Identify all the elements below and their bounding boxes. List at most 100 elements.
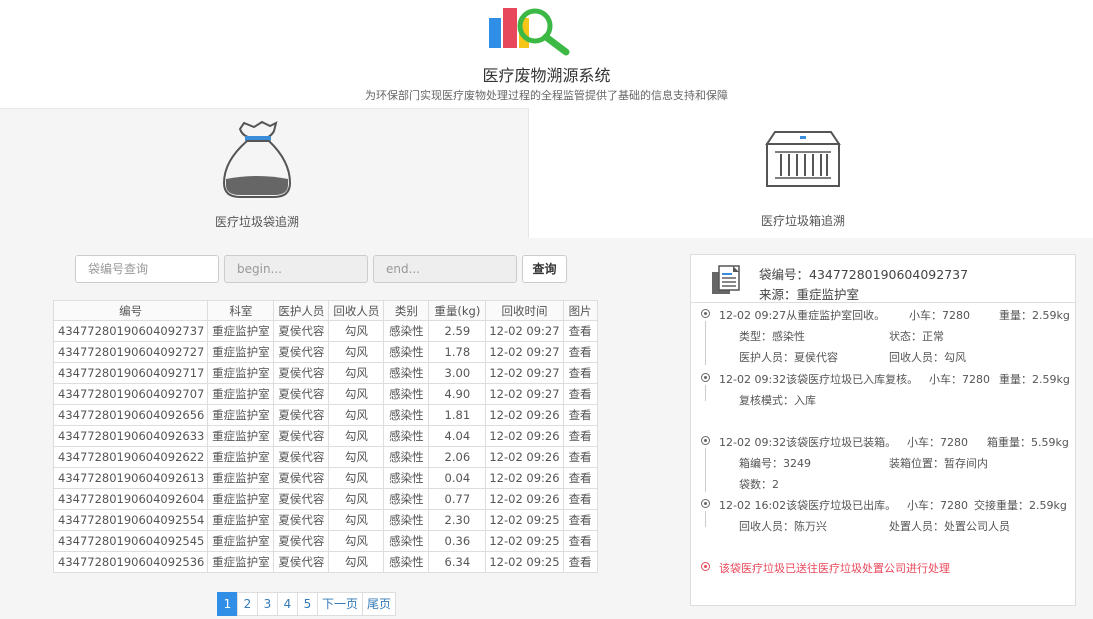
cell-id: 43477280190604092707	[52, 383, 209, 405]
cell-staff: 夏侯代容	[273, 446, 330, 468]
col-header-weight: 重量(kg)	[428, 300, 487, 321]
table-row[interactable]: 43477280190604092545 重症监护室 夏侯代容 勾风 感染性 0.36 12…	[52, 530, 598, 552]
cell-dept: 重症监护室	[207, 362, 275, 384]
event-review-cart: 小车：7280	[929, 373, 990, 386]
cell-weight: 1.78	[428, 341, 487, 363]
cell-time: 12-02 09:25	[485, 509, 564, 531]
cell-weight: 2.30	[428, 509, 487, 531]
cell-view-link[interactable]: 查看	[562, 446, 598, 468]
cell-collector: 勾风	[328, 467, 385, 489]
cell-dept: 重症监护室	[207, 341, 275, 363]
document-icon	[712, 265, 740, 294]
table-row[interactable]: 43477280190604092604 重症监护室 夏侯代容 勾风 感染性 0.77 12…	[52, 488, 598, 510]
cell-time: 12-02 09:25	[485, 551, 564, 573]
event-outbound-cart: 小车：7280	[907, 499, 968, 512]
col-header-image: 图片	[562, 300, 598, 321]
cell-view-link[interactable]: 查看	[562, 383, 598, 405]
page-5-button[interactable]: 5	[297, 592, 318, 616]
pagination: 1 2 3 4 5 下一页 尾页	[217, 592, 397, 616]
col-header-staff: 医护人员	[273, 300, 330, 321]
page-2-button[interactable]: 2	[237, 592, 258, 616]
cell-time: 12-02 09:27	[485, 341, 564, 363]
event-collect-title: 12-02 09:27从重症监护室回收。	[719, 309, 886, 322]
event-boxing-cart: 小车：7280	[907, 436, 968, 449]
cell-collector: 勾风	[328, 488, 385, 510]
timeline-connector	[705, 385, 706, 401]
cell-collector: 勾风	[328, 425, 385, 447]
cell-collector: 勾风	[328, 383, 385, 405]
cell-id: 43477280190604092545	[52, 530, 209, 552]
event-boxing-title: 12-02 09:32该袋医疗垃圾已装箱。	[719, 436, 897, 449]
tab-box-label: 医疗垃圾箱追溯	[760, 214, 845, 228]
begin-date-input[interactable]: begin...	[224, 255, 368, 283]
page-1-button[interactable]: 1	[217, 592, 238, 616]
cell-view-link[interactable]: 查看	[562, 404, 598, 426]
table-row[interactable]: 4347728019060409273​7 重症监护室 夏侯代容 勾风 感染性 2.59 1…	[52, 320, 598, 342]
table-row[interactable]: 43477280190604092622 重症监护室 夏侯代容 勾风 感染性 2.06 12…	[52, 446, 598, 468]
cell-staff: 夏侯代容	[273, 509, 330, 531]
cell-weight: 0.04	[428, 467, 487, 489]
cell-view-link[interactable]: 查看	[562, 551, 598, 573]
cell-view-link[interactable]: 查看	[562, 509, 598, 531]
cell-view-link[interactable]: 查看	[562, 341, 598, 363]
cell-dept: 重症监护室	[207, 551, 275, 573]
trace-bag-number: 袋编号：43477280190604092737	[759, 267, 969, 282]
cell-type: 感染性	[383, 362, 430, 384]
cell-weight: 2.06	[428, 446, 487, 468]
cell-time: 12-02 09:27	[485, 362, 564, 384]
container-icon	[765, 131, 841, 187]
table-row[interactable]: 43477280190604092554 重症监护室 夏侯代容 勾风 感染性 2.30 12…	[52, 509, 598, 531]
cell-view-link[interactable]: 查看	[562, 530, 598, 552]
timeline-dot-icon	[701, 436, 710, 445]
cell-time: 12-02 09:27	[485, 320, 564, 342]
cell-view-link[interactable]: 查看	[562, 467, 598, 489]
table-row[interactable]: 43477280190604092633 重症监护室 夏侯代容 勾风 感染性 4.04 12…	[52, 425, 598, 447]
cell-id: 43477280190604092633	[52, 425, 209, 447]
last-page-button[interactable]: 尾页	[362, 592, 397, 616]
cell-dept: 重症监护室	[207, 530, 275, 552]
cell-view-link[interactable]: 查看	[562, 425, 598, 447]
cell-weight: 3.00	[428, 362, 487, 384]
bag-number-input[interactable]: 袋编号查询	[75, 255, 219, 283]
cell-staff: 夏侯代容	[273, 383, 330, 405]
cell-dept: 重症监护室	[207, 404, 275, 426]
table-row[interactable]: 43477280190604092536 重症监护室 夏侯代容 勾风 感染性 6.34 12…	[52, 551, 598, 573]
table-row[interactable]: 43477280190604092656 重症监护室 夏侯代容 勾风 感染性 1.81 12…	[52, 404, 598, 426]
header: 医疗废物溯源系统 为环保部门实现医疗废物处理过程的全程监管提供了基础的信息支持和…	[0, 0, 1093, 108]
cell-weight: 6.34	[428, 551, 487, 573]
cell-dept: 重症监护室	[207, 488, 275, 510]
table-row[interactable]: 43477280190604092727 重症监护室 夏侯代容 勾风 感染性 1.78 12…	[52, 341, 598, 363]
trace-panel: 袋编号：43477280190604092737 来源：重症监护室 12-02 …	[690, 254, 1076, 606]
cell-id: 43477280190604092717	[52, 362, 209, 384]
timeline-dot-icon	[701, 309, 710, 318]
tab-bag-trace[interactable]: 医疗垃圾袋追溯	[0, 108, 529, 238]
query-button[interactable]: 查询	[522, 255, 567, 283]
event-collect-status: 状态：正常	[889, 330, 944, 343]
end-date-input[interactable]: end...	[373, 255, 517, 283]
timeline-dot-icon	[701, 373, 710, 382]
next-page-button[interactable]: 下一页	[317, 592, 364, 616]
page-title: 医疗废物溯源系统	[482, 66, 611, 85]
event-outbound-title: 12-02 16:02该袋医疗垃圾已出库。	[719, 499, 897, 512]
cell-staff: 夏侯代容	[273, 467, 330, 489]
cell-view-link[interactable]: 查看	[562, 488, 598, 510]
table-row[interactable]: 43477280190604092717 重症监护室 夏侯代容 勾风 感染性 3.00 12…	[52, 362, 598, 384]
cell-time: 12-02 09:25	[485, 530, 564, 552]
bag-records-table: 编号 科室 医护人员 回收人员 类别 重量(kg) 回收时间 图片 434772…	[52, 300, 598, 573]
col-header-time: 回收时间	[485, 300, 564, 321]
cell-staff: 夏侯代容	[273, 362, 330, 384]
tab-box-trace[interactable]: 医疗垃圾箱追溯	[529, 108, 1093, 238]
event-collect-cart: 小车：7280	[909, 309, 970, 322]
cell-view-link[interactable]: 查看	[562, 320, 598, 342]
cell-type: 感染性	[383, 551, 430, 573]
page-4-button[interactable]: 4	[277, 592, 298, 616]
event-review-weight: 重量：2.59kg	[999, 373, 1070, 386]
cell-type: 感染性	[383, 530, 430, 552]
cell-id: 43477280190604092656	[52, 404, 209, 426]
page-3-button[interactable]: 3	[257, 592, 278, 616]
table-row[interactable]: 43477280190604092707 重症监护室 夏侯代容 勾风 感染性 4.90 12…	[52, 383, 598, 405]
timeline-dot-icon	[701, 499, 710, 508]
cell-view-link[interactable]: 查看	[562, 362, 598, 384]
table-row[interactable]: 43477280190604092613 重症监护室 夏侯代容 勾风 感染性 0.04 12…	[52, 467, 598, 489]
cell-id: 4347728019060409273​7	[52, 320, 209, 342]
